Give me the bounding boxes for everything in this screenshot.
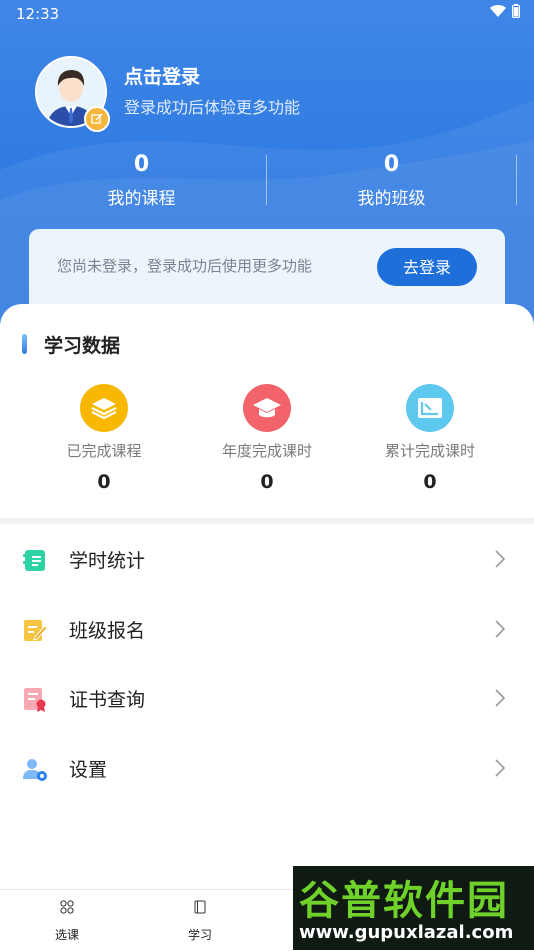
login-title[interactable]: 点击登录 [124,62,200,89]
user-settings-icon [23,759,47,781]
watermark: 谷普软件园 www.gupuxlazal.com [293,866,534,950]
notebook-icon [23,550,45,571]
section-accent-bar [22,334,27,354]
my-courses-label: 我的课程 [107,189,176,209]
graduation-cap-icon [243,384,291,432]
menu-item-settings[interactable]: 设置 [0,733,534,803]
total-hours-stat[interactable]: 累计完成课时 0 [355,384,505,493]
annual-hours-label: 年度完成课时 [221,442,312,460]
certificate-icon [24,688,46,712]
watermark-title: 谷普软件园 [299,878,509,924]
annual-hours-value: 0 [260,471,274,493]
status-time: 12:33 [16,5,60,23]
login-subtitle: 登录成功后体验更多功能 [124,98,301,117]
status-icons [490,4,520,18]
book-icon [194,900,206,914]
watermark-url: www.gupuxlazal.com [299,922,514,943]
goto-login-button[interactable]: 去登录 [377,248,477,286]
my-courses-count: 0 [133,152,150,177]
chevron-right-icon [495,620,506,638]
my-classes-count: 0 [383,152,400,177]
nav-label: 学习 [187,928,212,942]
login-notice-text: 您尚未登录，登录成功后使用更多功能 [57,257,313,275]
chevron-right-icon [495,759,506,777]
nav-tab-study[interactable]: 学习 [170,898,230,943]
stat-divider [516,155,517,205]
chevron-right-icon [495,550,506,568]
edit-note-icon [24,620,48,641]
completed-courses-stat[interactable]: 已完成课程 0 [29,384,179,493]
my-classes-stat[interactable]: 0 我的班级 [258,150,525,209]
nav-tab-course-select[interactable]: 选课 [37,898,97,943]
completed-courses-label: 已完成课程 [66,442,142,460]
completed-courses-value: 0 [97,471,111,493]
login-notice-card: 您尚未登录，登录成功后使用更多功能 去登录 [29,229,505,309]
menu-label: 班级报名 [69,620,146,642]
layers-icon [80,384,128,432]
menu-item-hours-stats[interactable]: 学时统计 [0,524,534,594]
menu-label: 证书查询 [69,689,146,711]
my-courses-stat[interactable]: 0 我的课程 [8,150,275,209]
menu-item-class-signup[interactable]: 班级报名 [0,594,534,664]
wifi-icon [490,5,506,17]
menu-item-certificate-query[interactable]: 证书查询 [0,663,534,733]
study-data-title: 学习数据 [44,335,121,357]
menu-label: 设置 [69,759,108,781]
image-frame-icon [406,384,454,432]
edit-icon [91,113,103,124]
nav-label: 选课 [54,928,79,942]
battery-icon [512,4,520,18]
grid-icon [60,900,74,914]
status-bar: 12:33 [0,0,534,28]
annual-hours-stat[interactable]: 年度完成课时 0 [192,384,342,493]
menu-label: 学时统计 [69,550,146,572]
total-hours-label: 累计完成课时 [384,442,475,460]
total-hours-value: 0 [423,471,437,493]
edit-profile-button[interactable] [84,106,110,132]
study-data-card: 学习数据 已完成课程 0 年度完成课时 0 累计完成课时 0 [0,304,534,520]
my-classes-label: 我的班级 [357,189,426,209]
chevron-right-icon [495,689,506,707]
